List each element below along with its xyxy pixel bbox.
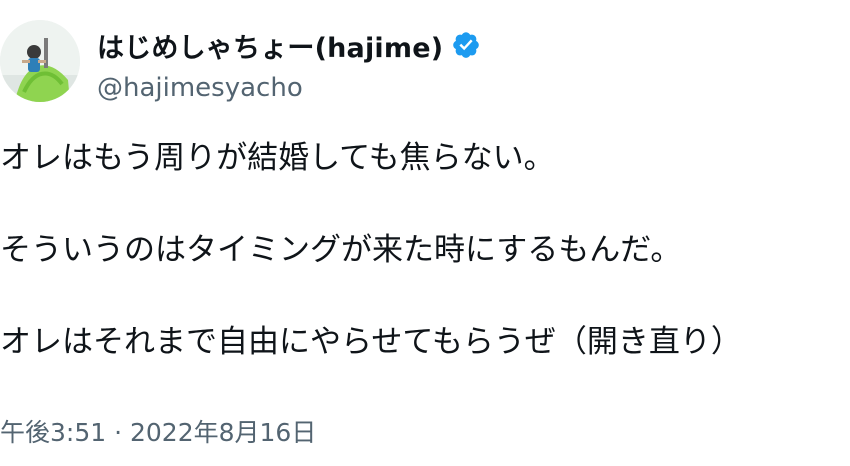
line-break: [0, 273, 850, 319]
author-names: はじめしゃちょー(hajime) @hajimesyacho: [97, 25, 481, 103]
line-break: [0, 181, 850, 227]
tweet: はじめしゃちょー(hajime) @hajimesyacho オレはもう周りが結…: [0, 0, 850, 466]
display-name-row: はじめしゃちょー(hajime): [97, 25, 481, 65]
tweet-line: そういうのはタイミングが来た時にするもんだ。: [0, 232, 682, 268]
tweet-header: はじめしゃちょー(hajime) @hajimesyacho: [0, 20, 850, 110]
verified-badge-icon: [451, 30, 481, 60]
avatar-photo: [0, 20, 80, 102]
tweet-line: オレはもう周りが結婚しても焦らない。: [0, 140, 555, 176]
author-handle[interactable]: @hajimesyacho: [97, 73, 481, 103]
tweet-line: オレはそれまで自由にやらせてもらうぜ（開き直り）: [0, 324, 742, 360]
avatar[interactable]: [0, 20, 80, 102]
display-name[interactable]: はじめしゃちょー(hajime): [97, 26, 443, 65]
tweet-timestamp[interactable]: 午後3:51 · 2022年8月16日: [0, 413, 316, 449]
tweet-text: オレはもう周りが結婚しても焦らない。 そういうのはタイミングが来た時にするもんだ…: [0, 135, 850, 365]
